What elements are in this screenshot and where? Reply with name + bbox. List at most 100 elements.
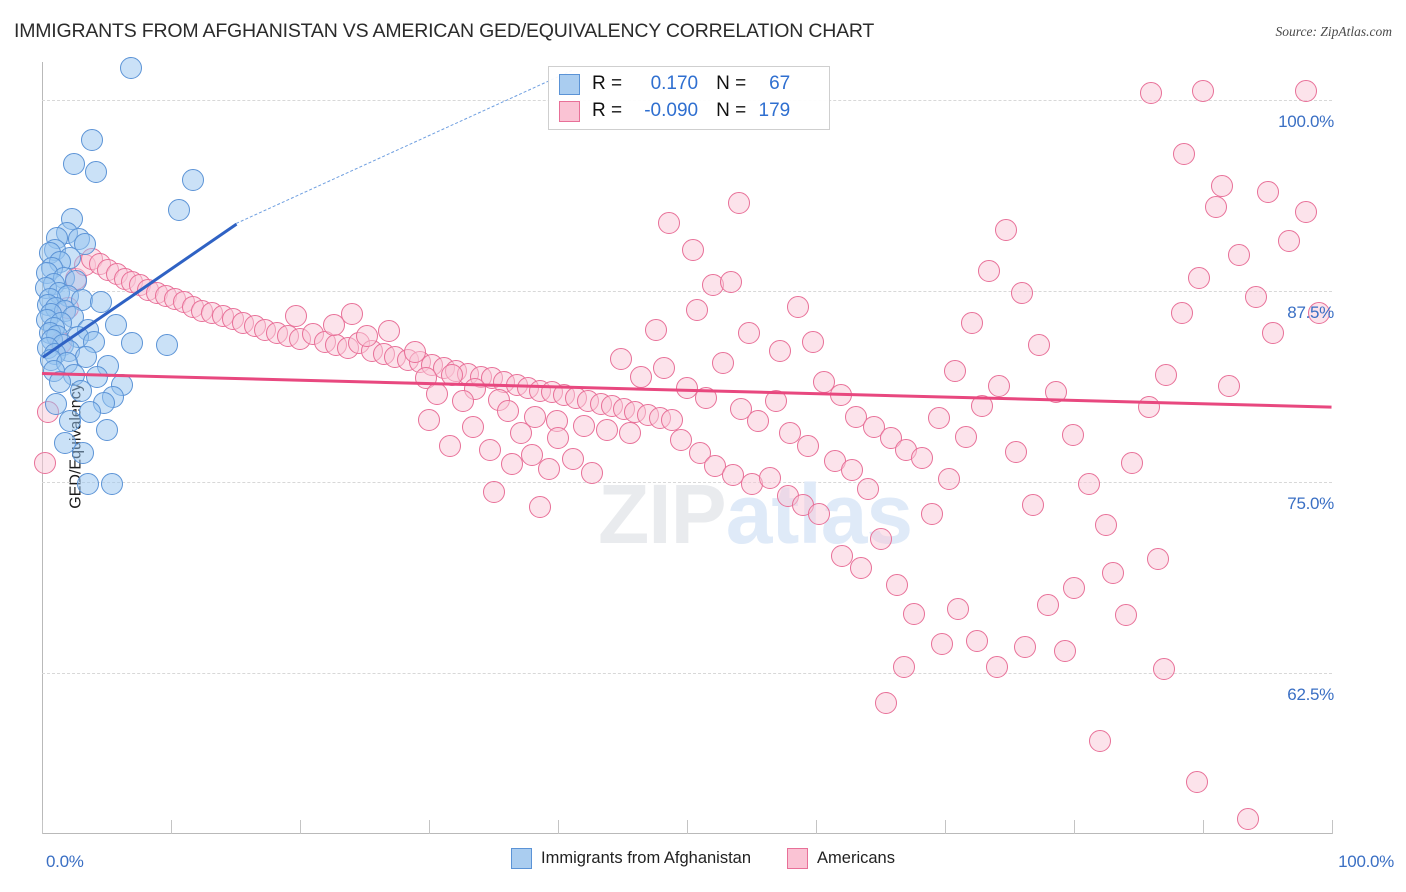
scatter-point [686, 298, 709, 321]
scatter-point [682, 239, 705, 262]
scatter-point [1192, 80, 1214, 103]
scatter-point [72, 442, 95, 465]
x-tick [300, 820, 301, 834]
x-tick [816, 820, 817, 834]
scatter-point [610, 347, 633, 370]
legend-swatch-pink [559, 100, 580, 122]
r-label-pink: R = [592, 100, 623, 121]
page-title: IMMIGRANTS FROM AFGHANISTAN VS AMERICAN … [14, 20, 875, 42]
scatter-point [931, 633, 954, 656]
scatter-point [874, 691, 897, 714]
scatter-point [418, 408, 440, 431]
scatter-point [156, 333, 179, 356]
series-legend-item-americans[interactable]: Americans [787, 848, 895, 869]
scatter-point [988, 375, 1011, 398]
scatter-point [378, 320, 400, 343]
scatter-point [482, 480, 505, 503]
trend-line-immigrants-extension [235, 69, 572, 224]
scatter-point [461, 416, 484, 439]
n-label-blue: N = [716, 73, 747, 94]
scatter-point [121, 332, 144, 355]
y-tick-label: 62.5% [1287, 685, 1334, 705]
scatter-point [1078, 472, 1101, 495]
scatter-point [285, 304, 308, 327]
scatter-point [719, 271, 742, 294]
scatter-point [892, 656, 915, 679]
scatter-point [1013, 636, 1036, 659]
x-tick [687, 820, 688, 834]
chart-plot-area: ZIPatlas 100.0% 87.5% 75.0% 62.5% [33, 57, 1334, 834]
scatter-point [120, 57, 142, 80]
scatter-point [85, 161, 108, 184]
scatter-point [807, 503, 830, 526]
scatter-point [937, 468, 960, 491]
legend-swatch-immigrants-icon [511, 848, 533, 869]
legend-swatch-americans-icon [787, 848, 809, 869]
series-legend: Immigrants from Afghanistan Americans [0, 848, 1406, 869]
scatter-point [100, 472, 123, 495]
scatter-point [496, 399, 519, 422]
scatter-point [657, 211, 680, 234]
scatter-point [537, 457, 560, 480]
scatter-point [1101, 561, 1124, 584]
scatter-point [356, 324, 379, 347]
scatter-point [944, 359, 967, 382]
scatter-point [1037, 593, 1060, 616]
scatter-point [1188, 266, 1211, 289]
scatter-point [478, 439, 501, 462]
series-legend-item-immigrants[interactable]: Immigrants from Afghanistan [511, 848, 751, 869]
scatter-point [438, 434, 461, 457]
scatter-point [927, 407, 950, 430]
scatter-point [580, 462, 603, 485]
y-tick-label: 75.0% [1287, 494, 1334, 514]
scatter-point [572, 414, 595, 437]
scatter-point [322, 313, 345, 336]
scatter-point [856, 477, 879, 500]
scatter-point [910, 446, 933, 469]
scatter-point [81, 128, 104, 151]
scatter-point [966, 630, 989, 653]
scatter-point [746, 410, 769, 433]
x-tick [1074, 820, 1075, 834]
scatter-point [850, 557, 873, 579]
scatter-point [104, 313, 127, 336]
scatter-point [869, 527, 892, 550]
scatter-point [830, 544, 853, 567]
scatter-point [629, 365, 652, 388]
scatter-point [1011, 281, 1034, 304]
scatter-point [1278, 229, 1301, 252]
scatter-point [961, 312, 984, 335]
scatter-point [425, 382, 448, 405]
scatter-point [619, 422, 642, 445]
x-tick [429, 820, 430, 834]
series-legend-label-immigrants: Immigrants from Afghanistan [541, 849, 752, 867]
scatter-point [1228, 243, 1251, 266]
scatter-point [1028, 333, 1051, 356]
series-legend-label-americans: Americans [817, 849, 895, 867]
x-tick [558, 820, 559, 834]
scatter-point [903, 602, 926, 625]
scatter-point [758, 466, 781, 489]
gridline [42, 291, 1332, 293]
scatter-point [652, 356, 675, 379]
scatter-point [181, 168, 204, 191]
watermark-zip: ZIP [598, 467, 727, 561]
scatter-point [1114, 604, 1137, 627]
scatter-point [1204, 196, 1227, 219]
scatter-point [33, 451, 56, 474]
y-axis-line [42, 62, 43, 834]
scatter-point [63, 153, 86, 176]
n-label-pink: N = [716, 100, 747, 121]
legend-swatch-blue [559, 73, 580, 95]
scatter-point [528, 495, 551, 518]
scatter-point [451, 390, 474, 413]
scatter-point [596, 419, 619, 442]
scatter-point [1172, 142, 1195, 165]
scatter-point [797, 434, 820, 457]
scatter-point [1171, 301, 1194, 324]
r-value-blue: 0.170 [650, 73, 699, 94]
source-label: Source: ZipAtlas.com [1275, 24, 1392, 39]
scatter-point [1237, 807, 1260, 830]
scatter-point [946, 598, 969, 621]
scatter-point [1004, 440, 1027, 463]
